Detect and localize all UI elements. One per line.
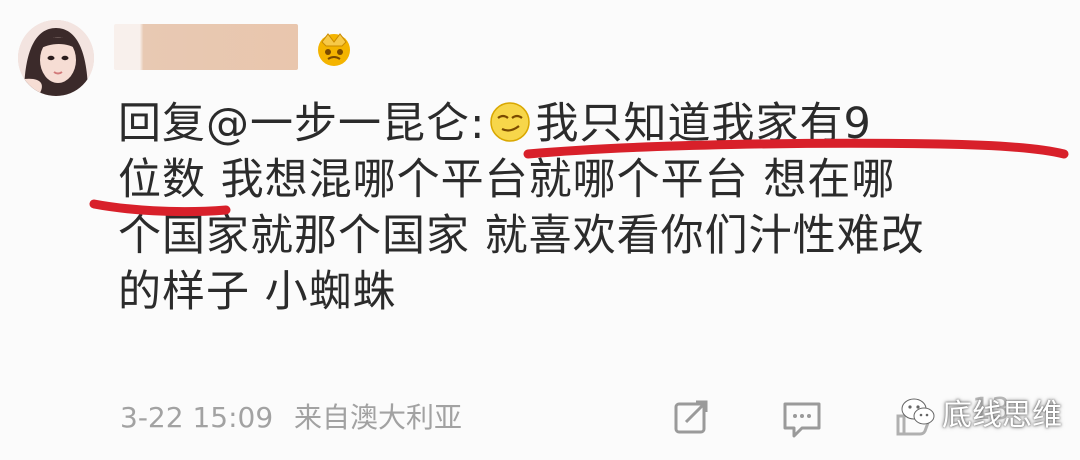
comment-line-2: 位数 我想混哪个平台就哪个平台 想在哪 (118, 155, 896, 205)
comment-meta: 3-22 15:09 来自澳大利亚 (120, 396, 474, 436)
comment-line-1-tail: 我只知道我家有9 (535, 99, 872, 149)
comment-line-4: 的样子 小蜘蛛 (118, 267, 397, 317)
crown-badge-icon (314, 28, 354, 72)
wechat-icon (901, 398, 935, 425)
comment-timestamp: 3-22 15:09 (120, 401, 274, 434)
avatar-image (18, 20, 94, 96)
comment-text: 回复@一步一昆仑: 我只知道我家有9 位数 我想混哪个平台就哪个平台 想在哪 个国… (118, 96, 1048, 320)
comment-line-1: 回复@一步一昆仑: 我只知道我家有9 (118, 96, 1048, 152)
smirk-emoji-icon (488, 100, 532, 144)
comment-location: 来自澳大利亚 (294, 401, 463, 434)
comment-card: 回复@一步一昆仑: 我只知道我家有9 位数 我想混哪个平台就哪个平台 想在哪 个国… (0, 0, 1080, 460)
share-icon[interactable] (672, 398, 712, 438)
avatar[interactable] (18, 20, 94, 96)
watermark-text: 底线思维 (942, 398, 1062, 433)
reply-prefix[interactable]: 回复@一步一昆仑: (118, 99, 486, 149)
watermark: 底线思维 (900, 390, 1062, 434)
username-blurred[interactable] (114, 24, 298, 70)
comment-icon[interactable] (780, 398, 824, 442)
comment-line-3: 个国家就那个国家 就喜欢看你们汁性难改 (118, 211, 925, 261)
